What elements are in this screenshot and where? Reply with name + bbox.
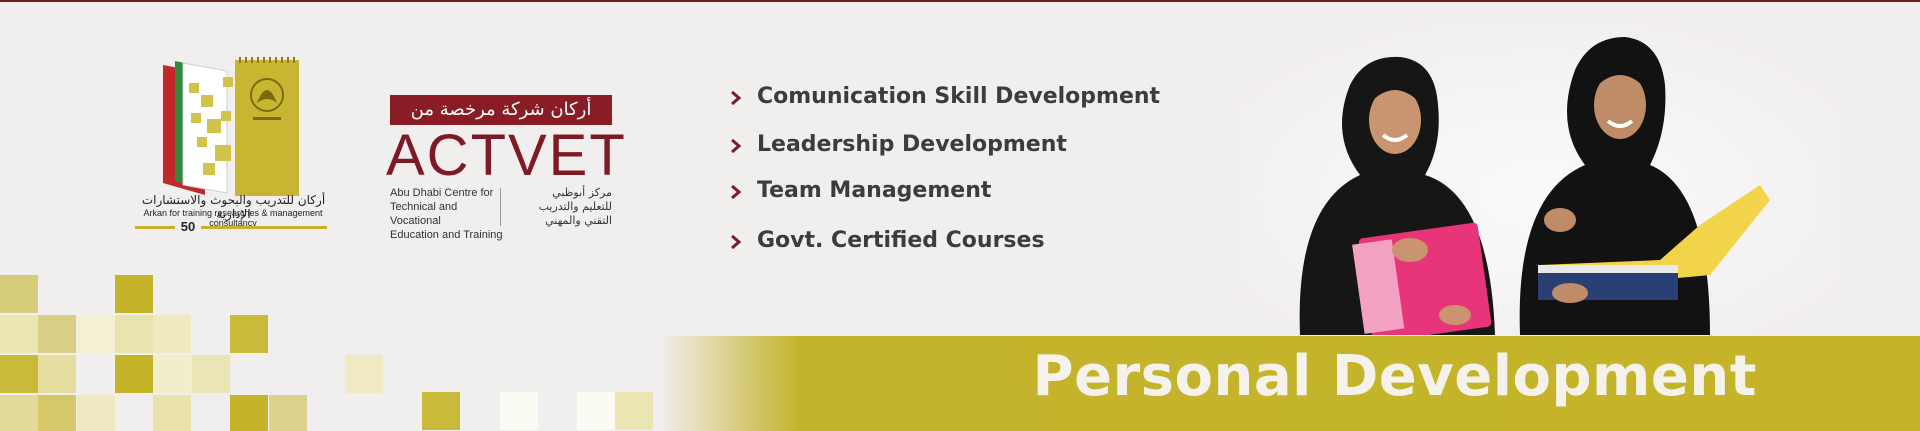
mosaic-tile — [269, 395, 307, 431]
chevron-right-icon — [731, 234, 742, 250]
mosaic-tile — [500, 392, 538, 430]
decorative-mosaic — [0, 270, 700, 431]
list-item-label: Comunication Skill Development — [757, 84, 1161, 109]
mosaic-tile — [38, 315, 76, 353]
actvet-name-arabic: مركز أبوظبي للتعليم والتدريب التقني والم… — [538, 186, 612, 227]
chevron-right-icon — [731, 90, 742, 106]
mosaic-tile — [153, 355, 191, 393]
promo-banner: Personal Development أركان للتدريب والبح… — [0, 0, 1920, 431]
mosaic-tile — [192, 355, 230, 393]
mosaic-tile — [615, 392, 653, 430]
mosaic-tile — [422, 392, 460, 430]
list-item-label: Leadership Development — [757, 132, 1067, 157]
students-photo — [1240, 25, 1840, 335]
mosaic-tile — [77, 315, 115, 353]
mosaic-tile — [230, 395, 268, 431]
mosaic-tile — [0, 315, 38, 353]
band-title: Personal Development — [1032, 344, 1757, 409]
actvet-name-english: Abu Dhabi Centre for Technical and Vocat… — [390, 187, 503, 241]
mosaic-tile — [230, 315, 268, 353]
mosaic-tile — [115, 275, 153, 313]
mosaic-tile — [38, 355, 76, 393]
actvet-wordmark: ACTVET — [386, 123, 627, 188]
mosaic-tile — [0, 275, 38, 313]
list-item-label: Govt. Certified Courses — [757, 228, 1045, 253]
arkan-anniversary-bar: 50 — [135, 219, 327, 236]
mosaic-tile — [0, 395, 38, 431]
mosaic-tile — [77, 395, 115, 431]
mosaic-tile — [0, 355, 38, 393]
actvet-license-tag: أركان شركة مرخصة من — [390, 95, 612, 125]
mosaic-tile — [345, 355, 383, 393]
mosaic-tile — [577, 392, 615, 430]
actvet-separator — [500, 188, 501, 226]
chevron-right-icon — [731, 184, 742, 200]
mosaic-tile — [38, 395, 76, 431]
chevron-right-icon — [731, 138, 742, 154]
mosaic-tile — [115, 315, 153, 353]
arkan-anniversary-number: 50 — [175, 219, 201, 236]
list-item-label: Team Management — [757, 178, 992, 203]
mosaic-tile — [115, 355, 153, 393]
mosaic-tile — [153, 315, 191, 353]
top-border — [0, 0, 1920, 2]
mosaic-tile — [153, 395, 191, 431]
